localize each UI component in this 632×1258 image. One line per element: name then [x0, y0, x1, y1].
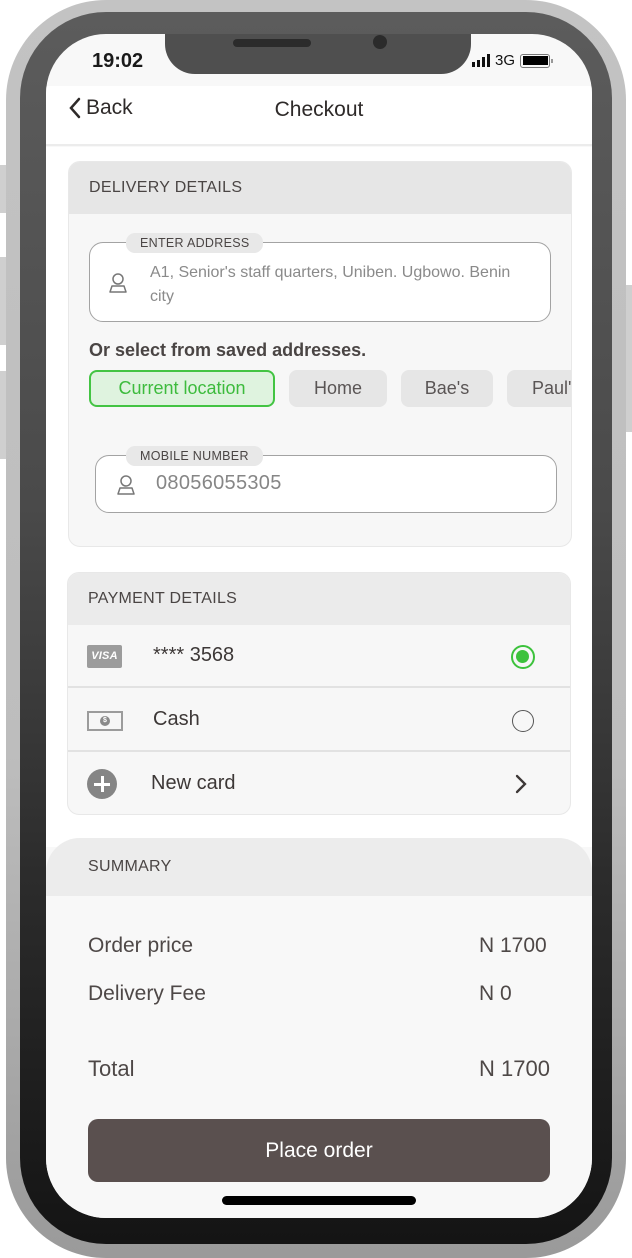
page-title: Checkout [274, 98, 364, 121]
mobile-number-label: MOBILE NUMBER [126, 446, 263, 466]
saved-address-chip-home[interactable]: Home [289, 370, 387, 407]
summary-label: Delivery Fee [88, 982, 206, 1005]
volume-up-button [0, 257, 6, 345]
delivery-details-card: DELIVERY DETAILS ENTER ADDRESS A1, Senio… [68, 161, 572, 547]
home-indicator[interactable] [222, 1196, 416, 1205]
summary-label: Order price [88, 934, 194, 957]
volume-down-button [0, 371, 6, 459]
place-order-button[interactable]: Place order [88, 1119, 550, 1182]
saved-addresses-list: Current location Home Bae's Paul's [89, 370, 571, 410]
payment-option-new-card[interactable]: New card [68, 753, 570, 814]
address-value: A1, Senior's staff quarters, Uniben. Ugb… [150, 264, 511, 305]
payment-option-label: Cash [153, 708, 200, 730]
saved-address-chip-pauls[interactable]: Paul's [507, 370, 571, 407]
network-type: 3G [495, 52, 516, 69]
payment-option-label: New card [151, 772, 236, 794]
plus-circle-icon [87, 769, 117, 799]
radio-selected-icon[interactable] [511, 645, 535, 669]
payment-details-card: PAYMENT DETAILS VISA **** 3568 $ Cash Ne… [67, 572, 571, 815]
payment-details-heading: PAYMENT DETAILS [68, 573, 570, 625]
summary-value: N 1700 [479, 934, 547, 957]
saved-address-chip-current-location[interactable]: Current location [89, 370, 275, 407]
summary-row-delivery-fee: Delivery Fee N 0 [88, 982, 568, 1006]
summary-heading: SUMMARY [46, 838, 592, 896]
summary-value: N 1700 [479, 1056, 550, 1081]
cash-icon: $ [87, 711, 123, 731]
status-indicators: 3G [472, 52, 554, 69]
front-camera [373, 35, 387, 49]
address-input[interactable]: ENTER ADDRESS A1, Senior's staff quarter… [89, 233, 551, 322]
summary-label: Total [88, 1056, 135, 1081]
saved-address-chip-baes[interactable]: Bae's [401, 370, 493, 407]
silent-switch [0, 165, 6, 213]
saved-addresses-prompt: Or select from saved addresses. [89, 340, 367, 360]
summary-row-order-price: Order price N 1700 [88, 934, 568, 958]
delivery-details-heading: DELIVERY DETAILS [69, 162, 571, 214]
summary-value: N 0 [479, 982, 512, 1005]
payment-option-cash[interactable]: $ Cash [68, 689, 570, 752]
payment-option-label: **** 3568 [153, 644, 235, 666]
notch [165, 34, 471, 74]
status-time: 19:02 [92, 50, 144, 72]
nav-header: Back Checkout [46, 86, 592, 146]
summary-row-total: Total N 1700 [88, 1056, 568, 1082]
radio-unselected-icon[interactable] [512, 710, 534, 732]
mobile-number-value: 08056055305 [156, 472, 282, 494]
chevron-right-icon [515, 774, 527, 794]
signal-icon [472, 54, 490, 67]
phone-screen: 19:02 3G Back Checkout DELIVERY DETAILS … [46, 34, 592, 1218]
battery-icon [520, 53, 554, 68]
visa-card-icon: VISA [87, 645, 122, 668]
address-label: ENTER ADDRESS [126, 233, 264, 253]
speaker-grille [233, 39, 311, 47]
person-icon [109, 273, 127, 293]
person-icon [117, 475, 135, 495]
payment-option-visa[interactable]: VISA **** 3568 [68, 625, 570, 688]
mobile-number-input[interactable]: MOBILE NUMBER 08056055305 [95, 446, 557, 513]
power-button [626, 285, 632, 432]
